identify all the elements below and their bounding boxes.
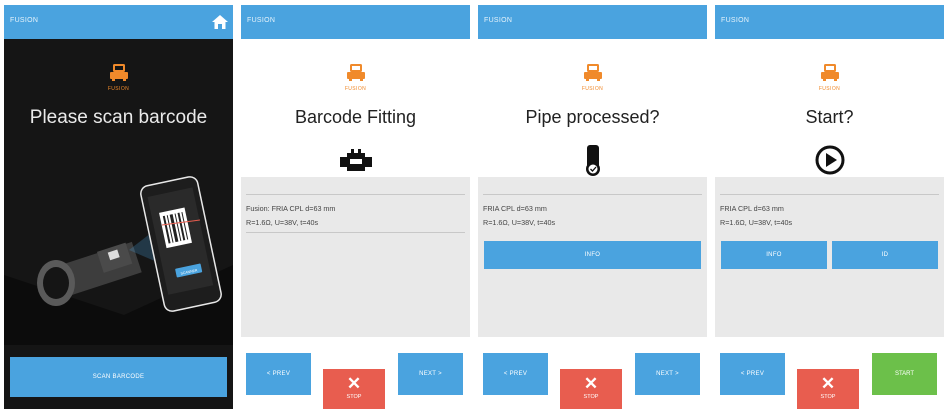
barcode-fitting-screen: FUSION FUSION Barcode Fitting Fusion: FR… (241, 5, 470, 409)
app-header: FUSION (715, 5, 944, 39)
app-title: FUSION (247, 17, 276, 24)
scan-barcode-screen: FUSION FUSION Please scan barcode SCANNE… (4, 5, 233, 409)
start-screen: FUSION FUSION Start? FRIA CPL d=63 mm R=… (715, 5, 944, 409)
next-button[interactable]: NEXT > (635, 353, 700, 395)
play-icon (815, 145, 844, 175)
fusion-machine-icon (820, 64, 839, 81)
fusion-machine-icon (109, 64, 128, 81)
app-header: FUSION (4, 5, 233, 39)
fitting-parameters: R=1.6Ω, U=38V, t=40s (720, 218, 793, 227)
id-button[interactable]: ID (832, 241, 938, 269)
app-title: FUSION (484, 17, 513, 24)
divider (246, 232, 465, 233)
app-title: FUSION (721, 17, 750, 24)
page-title: Pipe processed? (525, 107, 660, 127)
stop-button[interactable]: ✕ STOP (323, 369, 385, 409)
close-icon: ✕ (583, 374, 599, 393)
prev-button[interactable]: < PREV (246, 353, 311, 395)
app-header: FUSION (478, 5, 707, 39)
close-icon: ✕ (346, 374, 362, 393)
pipe-icon (585, 145, 600, 176)
fusion-machine-icon (346, 64, 365, 81)
start-button[interactable]: START (872, 353, 937, 395)
fitting-name: FRIA CPL d=63 mm (483, 204, 547, 213)
scan-illustration (4, 176, 233, 345)
close-icon: ✕ (820, 374, 836, 393)
home-icon[interactable] (211, 13, 229, 31)
stop-label: STOP (583, 394, 599, 400)
scan-barcode-button[interactable]: SCAN BARCODE (10, 357, 227, 397)
logo-label: FUSION (107, 86, 130, 92)
fitting-parameters: R=1.6Ω, U=38V, t=40s (246, 218, 319, 227)
fitting-info-panel: Fusion: FRIA CPL d=63 mm R=1.6Ω, U=38V, … (241, 177, 470, 337)
fitting-info-panel: FRIA CPL d=63 mm R=1.6Ω, U=38V, t=40s IN… (478, 177, 707, 337)
prev-button[interactable]: < PREV (720, 353, 785, 395)
info-button[interactable]: INFO (721, 241, 827, 269)
logo-label: FUSION (344, 86, 367, 92)
stop-label: STOP (820, 394, 836, 400)
fitting-parameters: R=1.6Ω, U=38V, t=40s (483, 218, 556, 227)
fitting-icon (339, 149, 372, 171)
logo-label: FUSION (818, 86, 841, 92)
stop-label: STOP (346, 394, 362, 400)
stop-button[interactable]: ✕ STOP (560, 369, 622, 409)
pipe-processed-screen: FUSION FUSION Pipe processed? FRIA CPL d… (478, 5, 707, 409)
app-title: FUSION (10, 17, 39, 24)
next-button[interactable]: NEXT > (398, 353, 463, 395)
divider (483, 194, 702, 195)
app-header: FUSION (241, 5, 470, 39)
divider (246, 194, 465, 195)
stop-button[interactable]: ✕ STOP (797, 369, 859, 409)
fusion-machine-icon (583, 64, 602, 81)
info-button[interactable]: INFO (484, 241, 701, 269)
page-title: Barcode Fitting (294, 107, 417, 127)
page-title: Start? (805, 107, 854, 127)
fitting-name: FRIA CPL d=63 mm (720, 204, 784, 213)
fitting-info-panel: FRIA CPL d=63 mm R=1.6Ω, U=38V, t=40s IN… (715, 177, 944, 337)
divider (720, 194, 939, 195)
fitting-name: Fusion: FRIA CPL d=63 mm (246, 204, 336, 213)
page-title: Please scan barcode (29, 107, 208, 128)
prev-button[interactable]: < PREV (483, 353, 548, 395)
logo-label: FUSION (581, 86, 604, 92)
